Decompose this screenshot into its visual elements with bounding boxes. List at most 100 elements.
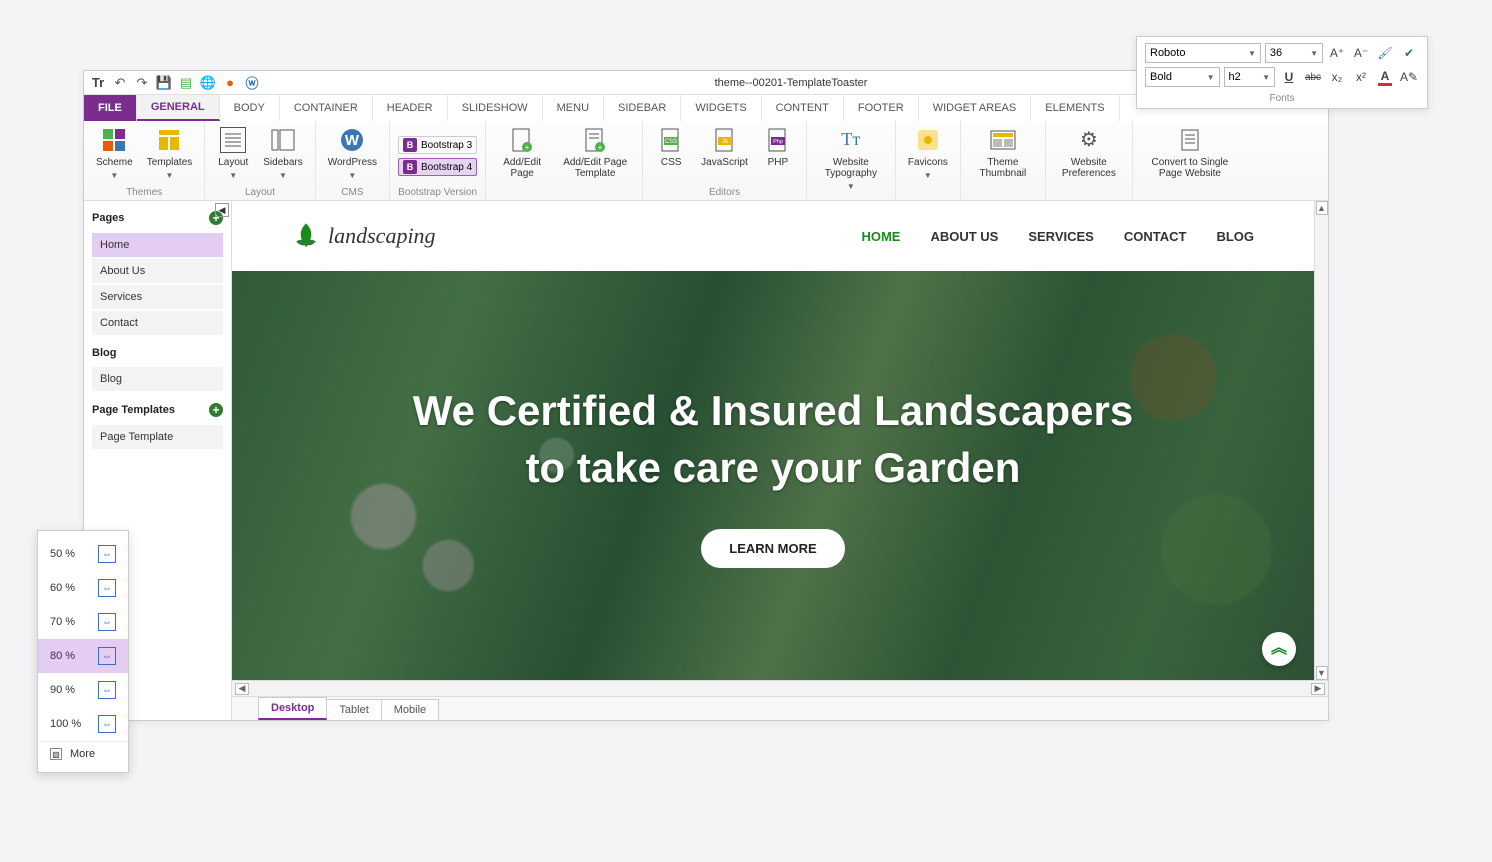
fonts-toolbar: Roboto▼ 36▼ A⁺ A⁻ 🖌 ✔ Bold▼ h2▼ U abc x₂… xyxy=(1136,36,1428,109)
redo-icon[interactable]: ↷ xyxy=(134,75,150,91)
scroll-left-arrow[interactable]: ◀ xyxy=(235,683,249,695)
learn-more-button[interactable]: LEARN MORE xyxy=(701,529,844,568)
browser-chrome-icon[interactable]: 🌐 xyxy=(200,75,216,91)
page-plus-icon: + xyxy=(509,127,535,153)
nav-home[interactable]: HOME xyxy=(861,229,900,244)
font-family-select[interactable]: Roboto▼ xyxy=(1145,43,1261,63)
device-tab-tablet[interactable]: Tablet xyxy=(327,699,381,720)
template-item[interactable]: Page Template xyxy=(92,425,223,449)
strikethrough-button[interactable]: abc xyxy=(1303,67,1323,87)
js-editor-button[interactable]: Js JavaScript xyxy=(697,125,752,170)
design-canvas[interactable]: landscaping HOME ABOUT US SERVICES CONTA… xyxy=(232,201,1314,680)
zoom-80[interactable]: 80 %⇔ xyxy=(38,639,128,673)
nav-blog[interactable]: BLOG xyxy=(1216,229,1254,244)
zoom-90[interactable]: 90 %⇔ xyxy=(38,673,128,707)
wordpress-button[interactable]: W WordPress ▼ xyxy=(324,125,381,183)
scheme-button[interactable]: Scheme ▼ xyxy=(92,125,137,183)
tab-body[interactable]: BODY xyxy=(220,95,280,121)
scroll-up-arrow[interactable]: ▲ xyxy=(1316,201,1328,215)
templates-button[interactable]: Templates ▼ xyxy=(143,125,197,183)
scroll-top-button[interactable]: ︽ xyxy=(1262,632,1296,666)
tab-widget-areas[interactable]: WIDGET AREAS xyxy=(919,95,1032,121)
nav-about[interactable]: ABOUT US xyxy=(930,229,998,244)
css-editor-button[interactable]: CSS CSS xyxy=(651,125,691,170)
decrease-font-button[interactable]: A⁻ xyxy=(1351,43,1371,63)
tab-header[interactable]: HEADER xyxy=(373,95,448,121)
addedit-page-button[interactable]: + Add/Edit Page xyxy=(494,125,550,181)
device-tab-desktop[interactable]: Desktop xyxy=(258,697,327,720)
font-color-button[interactable]: A xyxy=(1375,67,1395,87)
bootstrap4-label: Bootstrap 4 xyxy=(421,162,472,173)
new-file-icon[interactable]: ▤ xyxy=(178,75,194,91)
zoom-more[interactable]: ▧ More xyxy=(38,741,128,766)
thumbnail-button[interactable]: Theme Thumbnail xyxy=(969,125,1037,181)
css-label: CSS xyxy=(661,157,682,168)
undo-icon[interactable]: ↶ xyxy=(112,75,128,91)
increase-font-button[interactable]: A⁺ xyxy=(1327,43,1347,63)
content-row: ◀ Pages + Home About Us Services Contact… xyxy=(84,201,1328,720)
bootstrap4-option[interactable]: B Bootstrap 4 xyxy=(398,158,477,176)
typography-button[interactable]: Tᴛ Website Typography ▼ xyxy=(815,125,887,194)
php-editor-button[interactable]: Php PHP xyxy=(758,125,798,170)
zoom-popup: 50 %⇔ 60 %⇔ 70 %⇔ 80 %⇔ 90 %⇔ 100 %⇔ ▧ M… xyxy=(37,530,129,773)
save-icon[interactable]: 💾 xyxy=(156,75,172,91)
bootstrap3-label: Bootstrap 3 xyxy=(421,140,472,151)
convert-button[interactable]: Convert to Single Page Website xyxy=(1141,125,1239,181)
browser-firefox-icon[interactable]: ● xyxy=(222,75,238,91)
tab-slideshow[interactable]: SLIDESHOW xyxy=(448,95,543,121)
hero-heading[interactable]: We Certified & Insured Landscapers to ta… xyxy=(413,383,1133,496)
tab-general[interactable]: GENERAL xyxy=(137,95,220,121)
zoom-100[interactable]: 100 %⇔ xyxy=(38,707,128,741)
add-template-button[interactable]: + xyxy=(209,403,223,417)
underline-button[interactable]: U xyxy=(1279,67,1299,87)
page-item-contact[interactable]: Contact xyxy=(92,311,223,335)
page-item-services[interactable]: Services xyxy=(92,285,223,309)
tab-widgets[interactable]: WIDGETS xyxy=(681,95,761,121)
nav-contact[interactable]: CONTACT xyxy=(1124,229,1187,244)
font-size-select[interactable]: 36▼ xyxy=(1265,43,1323,63)
dropdown-caret-icon: ▼ xyxy=(348,172,356,181)
zoom-60[interactable]: 60 %⇔ xyxy=(38,571,128,605)
tab-content[interactable]: CONTENT xyxy=(762,95,844,121)
font-weight-select[interactable]: Bold▼ xyxy=(1145,67,1220,87)
heading-value: h2 xyxy=(1229,71,1241,83)
apply-button[interactable]: ✔ xyxy=(1399,43,1419,63)
page-item-home[interactable]: Home xyxy=(92,233,223,257)
device-tab-mobile[interactable]: Mobile xyxy=(382,699,439,720)
zoom-50[interactable]: 50 %⇔ xyxy=(38,537,128,571)
site-logo[interactable]: landscaping xyxy=(292,222,436,250)
zoom-70[interactable]: 70 %⇔ xyxy=(38,605,128,639)
scroll-right-arrow[interactable]: ▶ xyxy=(1311,683,1325,695)
layout-button[interactable]: Layout ▼ xyxy=(213,125,253,183)
template-plus-icon: + xyxy=(582,127,608,153)
blog-title: Blog xyxy=(92,347,116,359)
tab-sidebar[interactable]: SIDEBAR xyxy=(604,95,681,121)
tab-file[interactable]: FILE xyxy=(84,95,137,121)
favicons-button[interactable]: Favicons ▼ xyxy=(904,125,952,183)
chevrons-up-icon: ︽ xyxy=(1271,645,1287,653)
highlight-button[interactable]: 🖌 xyxy=(1375,43,1395,63)
tab-elements[interactable]: ELEMENTS xyxy=(1031,95,1119,121)
clear-format-button[interactable]: A✎ xyxy=(1399,67,1419,87)
wordpress-icon[interactable]: ⓦ xyxy=(244,75,260,91)
tab-menu[interactable]: MENU xyxy=(543,95,604,121)
nav-services[interactable]: SERVICES xyxy=(1028,229,1094,244)
superscript-button[interactable]: x² xyxy=(1351,67,1371,87)
horizontal-scrollbar[interactable]: ◀ ▶ xyxy=(232,680,1328,696)
svg-text:CSS: CSS xyxy=(665,139,677,145)
prefs-button[interactable]: ⚙ Website Preferences xyxy=(1054,125,1124,181)
page-item-about[interactable]: About Us xyxy=(92,259,223,283)
sidebars-button[interactable]: Sidebars ▼ xyxy=(259,125,306,183)
blog-item[interactable]: Blog xyxy=(92,367,223,391)
tab-footer[interactable]: FOOTER xyxy=(844,95,919,121)
scroll-down-arrow[interactable]: ▼ xyxy=(1316,666,1328,680)
bootstrap3-option[interactable]: B Bootstrap 3 xyxy=(398,136,477,154)
heading-select[interactable]: h2▼ xyxy=(1224,67,1275,87)
subscript-button[interactable]: x₂ xyxy=(1327,67,1347,87)
collapse-pane-button[interactable]: ◀ xyxy=(215,203,229,217)
tab-container[interactable]: CONTAINER xyxy=(280,95,373,121)
text-tool-icon[interactable]: Tr xyxy=(90,75,106,91)
addedit-template-button[interactable]: + Add/Edit Page Template xyxy=(556,125,634,181)
dropdown-caret-icon: ▼ xyxy=(1207,73,1215,82)
vertical-scrollbar[interactable]: ▲ ▼ xyxy=(1314,201,1328,680)
